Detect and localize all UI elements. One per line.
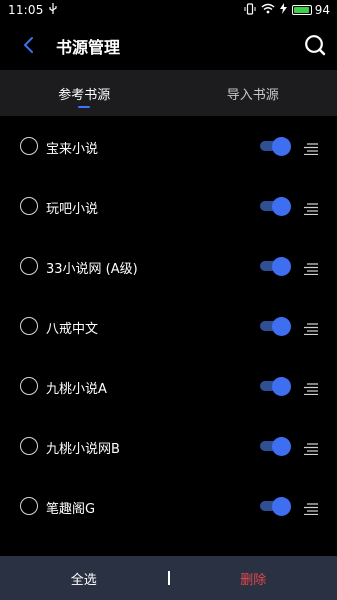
enable-toggle[interactable] bbox=[260, 497, 292, 516]
list-item[interactable]: 33小说网 (A级) bbox=[0, 236, 337, 296]
select-radio[interactable] bbox=[20, 377, 38, 395]
toggle-knob bbox=[272, 497, 291, 516]
list-item[interactable]: 九桃小说A bbox=[0, 356, 337, 416]
search-icon bbox=[305, 35, 326, 56]
tab-import-sources[interactable]: 导入书源 bbox=[169, 70, 337, 116]
tab-active-indicator bbox=[78, 106, 91, 108]
select-all-button[interactable]: 全选 bbox=[0, 569, 168, 588]
enable-toggle[interactable] bbox=[260, 377, 292, 396]
list-item[interactable]: 笔趣阁G bbox=[0, 476, 337, 536]
battery-fill bbox=[293, 7, 309, 13]
vibrate-icon bbox=[244, 2, 256, 18]
bottom-action-bar: 全选 删除 bbox=[0, 556, 337, 600]
delete-button[interactable]: 删除 bbox=[170, 569, 337, 588]
list-item[interactable]: 九桃小说网B bbox=[0, 416, 337, 476]
drag-handle-icon[interactable] bbox=[303, 380, 319, 396]
enable-toggle[interactable] bbox=[260, 257, 292, 276]
enable-toggle[interactable] bbox=[260, 197, 292, 216]
status-right: 94 bbox=[244, 2, 330, 18]
source-name: 九桃小说A bbox=[46, 382, 107, 397]
wifi-icon bbox=[261, 3, 275, 17]
toggle-knob bbox=[272, 437, 291, 456]
drag-handle-icon[interactable] bbox=[303, 140, 319, 156]
battery-body bbox=[291, 5, 312, 15]
battery-icon: 94 bbox=[291, 3, 330, 17]
charging-icon bbox=[279, 3, 287, 17]
enable-toggle[interactable] bbox=[260, 317, 292, 336]
drag-handle-icon[interactable] bbox=[303, 440, 319, 456]
toggle-knob bbox=[272, 257, 291, 276]
source-name: 玩吧小说 bbox=[46, 202, 99, 217]
toggle-knob bbox=[272, 317, 291, 336]
select-radio[interactable] bbox=[20, 497, 38, 515]
list-item[interactable]: 八戒中文 bbox=[0, 296, 337, 356]
select-radio[interactable] bbox=[20, 317, 38, 335]
battery-level: 94 bbox=[314, 3, 330, 17]
tab-label: 参考书源 bbox=[58, 87, 111, 103]
source-name: 八戒中文 bbox=[46, 322, 99, 337]
status-left: 11:05 bbox=[8, 2, 57, 18]
select-radio[interactable] bbox=[20, 137, 38, 155]
drag-handle-icon[interactable] bbox=[303, 500, 319, 516]
tab-label: 导入书源 bbox=[226, 87, 279, 103]
select-radio[interactable] bbox=[20, 437, 38, 455]
status-bar: 11:05 94 bbox=[0, 0, 337, 20]
header: 书源管理 bbox=[0, 20, 337, 70]
enable-toggle[interactable] bbox=[260, 137, 292, 156]
toggle-knob bbox=[272, 197, 291, 216]
source-name: 笔趣阁G bbox=[46, 502, 96, 517]
drag-handle-icon[interactable] bbox=[303, 260, 319, 276]
enable-toggle[interactable] bbox=[260, 437, 292, 456]
tab-reference-sources[interactable]: 参考书源 bbox=[0, 70, 169, 116]
toggle-knob bbox=[272, 137, 291, 156]
back-button[interactable] bbox=[18, 34, 38, 56]
list-item[interactable]: 宝来小说 bbox=[0, 116, 337, 176]
drag-handle-icon[interactable] bbox=[303, 200, 319, 216]
select-radio[interactable] bbox=[20, 257, 38, 275]
select-radio[interactable] bbox=[20, 197, 38, 215]
source-name: 九桃小说网B bbox=[46, 442, 120, 457]
tab-bar: 参考书源 导入书源 bbox=[0, 70, 337, 116]
source-name: 33小说网 (A级) bbox=[46, 262, 138, 277]
source-list: 宝来小说 玩吧小说 33小说网 (A级) 八戒中文 九桃小说A 九桃小说网B 笔… bbox=[0, 116, 337, 536]
usb-icon bbox=[48, 2, 57, 18]
source-name: 宝来小说 bbox=[46, 142, 99, 157]
list-item[interactable]: 玩吧小说 bbox=[0, 176, 337, 236]
app-root: 11:05 94 书源管理 参考书源 导入书源 宝来小说 玩吧小说 33小说网 … bbox=[0, 0, 337, 600]
back-arrow-icon bbox=[24, 37, 33, 53]
status-time: 11:05 bbox=[8, 3, 44, 17]
drag-handle-icon[interactable] bbox=[303, 320, 319, 336]
page-title: 书源管理 bbox=[56, 38, 121, 57]
search-button[interactable] bbox=[304, 34, 326, 56]
toggle-knob bbox=[272, 377, 291, 396]
